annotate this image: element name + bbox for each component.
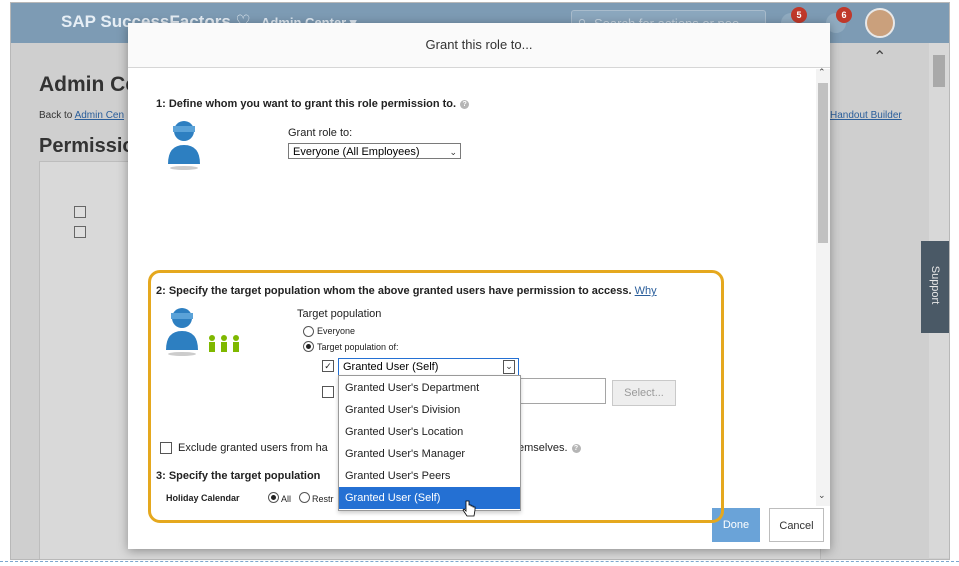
divider (0, 561, 959, 562)
row-checkbox[interactable] (74, 206, 86, 218)
grant-role-select[interactable]: Everyone (All Employees) ⌄ (288, 143, 461, 159)
user-icon (168, 121, 200, 170)
dropdown-option[interactable]: Granted User's Manager (339, 443, 520, 465)
dropdown-option[interactable]: Granted User's Peers (339, 465, 520, 487)
dropdown-option-selected[interactable]: Granted User (Self) (339, 487, 520, 509)
row-checkbox[interactable] (74, 226, 86, 238)
chevron-down-icon: ⌄ (449, 147, 457, 157)
cancel-button[interactable]: Cancel (769, 508, 824, 542)
section-title: Permissio (39, 135, 135, 157)
dialog-title: Grant this role to... (425, 37, 533, 52)
avatar[interactable] (865, 8, 895, 38)
cursor-hand-icon (462, 500, 476, 517)
dropdown-option[interactable]: Granted User's Division (339, 399, 520, 421)
dialog-header: Grant this role to... (128, 23, 830, 68)
scroll-up-icon[interactable]: ⌃ (818, 67, 826, 78)
help-icon[interactable]: ? (460, 99, 470, 109)
dropdown-option[interactable]: Granted User's Department (339, 377, 520, 399)
breadcrumb: Back to Admin Cen (39, 110, 124, 121)
scroll-down-icon[interactable]: ⌄ (818, 490, 826, 501)
back-link[interactable]: Admin Cen (75, 110, 124, 121)
target-population-dropdown[interactable]: Granted User's Department Granted User's… (338, 375, 521, 511)
chevron-up-icon[interactable]: ⌃ (873, 47, 886, 67)
alerts-badge: 6 (836, 7, 852, 23)
page-scrollbar-thumb[interactable] (933, 55, 945, 87)
breadcrumb-prefix: Back to (39, 110, 75, 121)
dropdown-option[interactable]: Granted User's Location (339, 421, 520, 443)
dialog-scrollbar-thumb[interactable] (818, 83, 828, 243)
support-label: Support (929, 265, 941, 305)
section1-heading: 1: Define whom you want to grant this ro… (156, 98, 470, 110)
grant-role-value: Everyone (All Employees) (293, 146, 420, 158)
handout-builder-link[interactable]: Handout Builder (830, 110, 902, 121)
support-tab[interactable]: Support (921, 241, 949, 333)
notification-badge: 5 (791, 7, 807, 23)
grant-role-label: Grant role to: (288, 127, 353, 139)
section1-heading-text: 1: Define whom you want to grant this ro… (156, 98, 457, 110)
page-title: Admin Ce (39, 73, 138, 96)
